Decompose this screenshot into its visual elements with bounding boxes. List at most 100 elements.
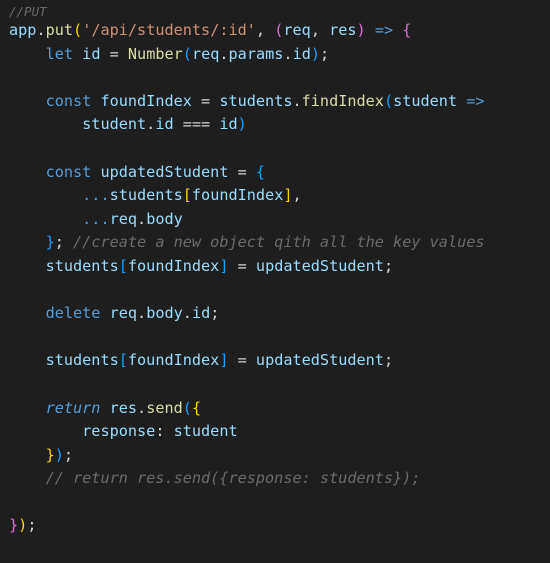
code-line-12: students[foundIndex] = updatedStudent; bbox=[9, 255, 550, 279]
brace-close: } bbox=[45, 233, 55, 252]
dot: . bbox=[283, 44, 293, 63]
bracket-open: [ bbox=[118, 256, 128, 275]
identifier-updatedstudent: updatedStudent bbox=[255, 256, 384, 275]
identifier-student: student bbox=[173, 422, 238, 441]
comment: // return res.send({response: students})… bbox=[45, 469, 421, 488]
paren-open: ( bbox=[73, 21, 83, 39]
code-line-6: student.id === id) bbox=[9, 113, 550, 137]
property-id: id bbox=[292, 44, 311, 63]
comment: //PUT bbox=[9, 4, 47, 19]
semicolon: ; bbox=[27, 516, 37, 535]
property-response: response bbox=[82, 422, 156, 441]
colon: : bbox=[155, 422, 174, 441]
code-line-20: }); bbox=[9, 444, 550, 468]
code-line-9: ...students[foundIndex], bbox=[9, 184, 550, 208]
identifier-students: students bbox=[219, 91, 293, 110]
property-id: id bbox=[155, 115, 174, 134]
semicolon: ; bbox=[320, 44, 330, 63]
strict-equals: === bbox=[173, 115, 220, 134]
comma: , bbox=[255, 21, 275, 39]
code-line-5: const foundIndex = students.findIndex(st… bbox=[9, 90, 550, 114]
param-res: res bbox=[329, 21, 357, 39]
code-line-14: delete req.body.id; bbox=[9, 302, 550, 326]
identifier-students: students bbox=[109, 186, 183, 205]
paren-close: ) bbox=[310, 44, 321, 63]
identifier-foundindex: foundIndex bbox=[127, 351, 220, 370]
brace-close: } bbox=[45, 445, 55, 464]
keyword-const: const bbox=[45, 91, 92, 110]
route-string: '/api/students/:id' bbox=[82, 21, 256, 39]
comment: //create a new object qith all the key v… bbox=[73, 233, 485, 252]
param-req: req bbox=[283, 21, 311, 39]
identifier-foundindex: foundIndex bbox=[127, 256, 220, 275]
function-number: Number bbox=[127, 44, 183, 63]
property-body: body bbox=[146, 304, 183, 323]
semicolon: ; bbox=[383, 351, 394, 370]
method-findindex: findIndex bbox=[301, 91, 384, 110]
identifier-foundindex: foundIndex bbox=[100, 91, 192, 110]
identifier-id: id bbox=[219, 115, 238, 134]
comma: , bbox=[292, 186, 302, 205]
assign: = bbox=[100, 44, 128, 63]
dot: . bbox=[137, 304, 147, 323]
identifier-students: students bbox=[45, 256, 119, 275]
method-send: send bbox=[146, 398, 183, 417]
spread-operator: ... bbox=[82, 209, 110, 228]
identifier-updatedstudent: updatedStudent bbox=[255, 351, 384, 370]
property-body: body bbox=[146, 209, 183, 228]
code-editor[interactable]: //PUT app.put('/api/students/:id', (req,… bbox=[0, 0, 550, 563]
code-line-2: app.put('/api/students/:id', (req, res) … bbox=[9, 19, 550, 43]
assign: = bbox=[228, 351, 256, 370]
paren-close: ) bbox=[54, 445, 64, 464]
code-line-8: const updatedStudent = { bbox=[9, 161, 550, 185]
property-params: params bbox=[228, 44, 284, 63]
comma: , bbox=[310, 21, 330, 39]
paren-close: ) bbox=[18, 516, 28, 535]
code-line-11: }; //create a new object qith all the ke… bbox=[9, 231, 550, 255]
arrow: => bbox=[457, 91, 485, 110]
code-line-3: let id = Number(req.params.id); bbox=[9, 43, 550, 67]
semicolon: ; bbox=[54, 233, 74, 252]
identifier-req: req bbox=[191, 44, 220, 63]
paren-open: ( bbox=[182, 398, 192, 417]
semicolon: ; bbox=[210, 304, 220, 323]
code-line-18: return res.send({ bbox=[9, 397, 550, 421]
dot: . bbox=[219, 44, 229, 63]
code-line-1: //PUT bbox=[9, 5, 550, 19]
identifier-req: req bbox=[109, 209, 138, 228]
identifier-foundindex: foundIndex bbox=[191, 186, 284, 205]
brace-close: } bbox=[9, 516, 19, 535]
assign: = bbox=[228, 162, 256, 181]
dot: . bbox=[137, 209, 147, 228]
assign: = bbox=[191, 91, 220, 110]
assign: = bbox=[228, 256, 256, 275]
param-paren-open: ( bbox=[274, 21, 284, 39]
code-line-10: ...req.body bbox=[9, 208, 550, 232]
bracket-open: [ bbox=[118, 351, 128, 370]
arrow: => bbox=[365, 21, 403, 39]
semicolon: ; bbox=[63, 445, 74, 464]
identifier-app: app bbox=[9, 21, 37, 39]
identifier-students: students bbox=[45, 351, 119, 370]
keyword-const: const bbox=[45, 162, 92, 181]
